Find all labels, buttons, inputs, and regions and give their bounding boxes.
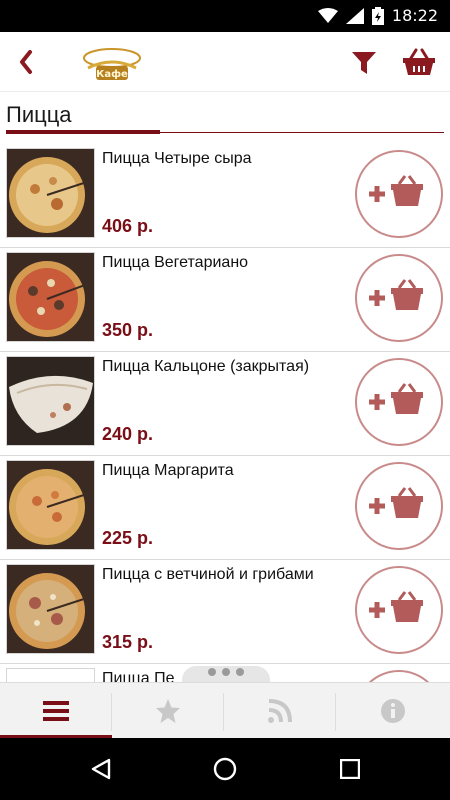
- product-price: 350 р.: [102, 320, 154, 340]
- product-image: [6, 668, 95, 682]
- info-icon: [381, 699, 405, 723]
- add-to-basket-icon: [369, 383, 423, 414]
- status-icons: [318, 7, 384, 25]
- title-underline: [6, 130, 160, 134]
- app-bar: Кафе: [0, 32, 450, 92]
- add-to-basket-icon: [369, 487, 423, 518]
- list-item[interactable]: Пицца Четыре сыра 406 р.: [0, 144, 450, 248]
- product-image: [6, 252, 95, 342]
- product-name: Пицца Кальцоне (закрытая): [102, 358, 310, 375]
- add-to-basket-icon: [369, 279, 423, 310]
- logo-text: Кафе: [96, 68, 128, 80]
- add-to-cart-button[interactable]: [355, 358, 443, 446]
- product-price: 240 р.: [102, 424, 154, 444]
- star-icon: [156, 699, 180, 723]
- list-item[interactable]: Пицца Вегетариано 350 р.: [0, 248, 450, 352]
- product-image: [6, 564, 95, 654]
- product-list[interactable]: Пицца Четыре сыра 406 р. Пицца Вегетариа…: [0, 144, 450, 682]
- add-to-cart-button[interactable]: [355, 462, 443, 550]
- product-name: Пицца Вегетариано: [102, 254, 249, 271]
- basket-button[interactable]: [402, 48, 436, 80]
- product-image: [6, 148, 95, 238]
- rss-icon: [268, 699, 292, 723]
- signal-icon: [346, 8, 364, 24]
- wifi-icon: [318, 8, 338, 23]
- system-navigation-bar: [0, 738, 450, 800]
- back-button[interactable]: [14, 46, 38, 78]
- list-item[interactable]: Пицца Кальцоне (закрытая) 240 р.: [0, 352, 450, 456]
- tab-favorites[interactable]: [112, 683, 224, 739]
- product-image: [6, 460, 95, 550]
- add-to-cart-button[interactable]: [355, 254, 443, 342]
- menu-icon: [43, 701, 69, 721]
- add-to-cart-button[interactable]: [355, 566, 443, 654]
- page-title: Пицца: [6, 102, 72, 127]
- funnel-icon: [352, 52, 376, 74]
- list-item[interactable]: Пицца с ветчиной и грибами 315 р.: [0, 560, 450, 664]
- bottom-nav: [0, 682, 450, 739]
- list-item[interactable]: Пицца Маргарита 225 р.: [0, 456, 450, 560]
- add-to-basket-icon: [369, 175, 423, 206]
- battery-icon: [372, 7, 384, 25]
- recents-nav-icon[interactable]: [340, 759, 360, 779]
- product-price: 406 р.: [102, 216, 154, 236]
- filter-button[interactable]: [350, 50, 378, 80]
- product-name: Пицца Четыре сыра: [102, 150, 252, 167]
- add-to-cart-button[interactable]: [355, 670, 443, 682]
- tab-news[interactable]: [224, 683, 336, 739]
- back-nav-icon[interactable]: [90, 758, 112, 780]
- product-price: 225 р.: [102, 528, 154, 548]
- status-bar: 18:22: [0, 0, 450, 32]
- cafe-logo: Кафе: [80, 46, 144, 82]
- tab-info[interactable]: [336, 683, 450, 739]
- product-image: [6, 356, 95, 446]
- product-name: Пицца Пе: [102, 670, 175, 682]
- status-time: 18:22: [391, 6, 438, 25]
- product-name: Пицца с ветчиной и грибами: [102, 566, 314, 583]
- chevron-left-icon: [20, 50, 32, 74]
- add-to-basket-icon: [369, 591, 423, 622]
- add-to-cart-button[interactable]: [355, 150, 443, 238]
- basket-icon: [403, 48, 435, 75]
- product-name: Пицца Маргарита: [102, 462, 234, 479]
- home-nav-icon[interactable]: [213, 757, 237, 781]
- product-price: 315 р.: [102, 632, 154, 652]
- tab-menu[interactable]: [0, 683, 112, 739]
- section-header: Пицца: [0, 92, 450, 136]
